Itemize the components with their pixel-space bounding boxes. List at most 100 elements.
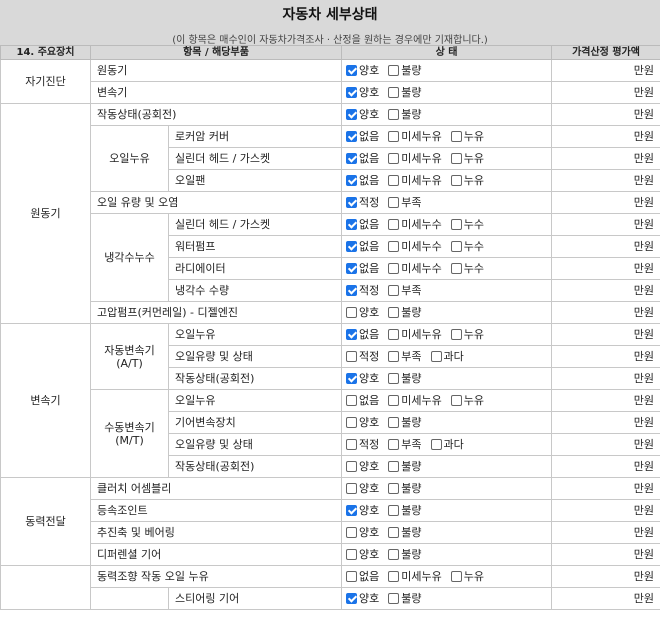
checkbox-icon[interactable] [430,351,442,362]
checkbox-icon[interactable] [346,307,358,318]
status-option[interactable]: 불량 [388,61,422,81]
checked-checkbox-icon[interactable] [346,153,358,164]
status-option[interactable]: 양호 [346,589,379,609]
status-option[interactable]: 미세누유 [388,391,442,411]
checkbox-icon[interactable] [388,549,400,560]
status-option[interactable]: 양호 [346,479,379,499]
status-option[interactable]: 불량 [388,523,422,543]
checkbox-icon[interactable] [388,483,400,494]
status-option[interactable]: 부족 [388,193,422,213]
status-option[interactable]: 미세누유 [388,171,442,191]
checkbox-icon[interactable] [450,395,462,406]
checked-checkbox-icon[interactable] [346,373,358,384]
status-option[interactable]: 없음 [346,325,379,345]
status-option[interactable]: 없음 [346,259,379,279]
checkbox-icon[interactable] [388,153,400,164]
status-option[interactable]: 부족 [388,435,422,455]
checkbox-icon[interactable] [388,505,400,516]
status-option[interactable]: 미세누수 [388,259,442,279]
checked-checkbox-icon[interactable] [346,285,358,296]
checkbox-icon[interactable] [346,351,358,362]
status-option[interactable]: 부족 [388,347,422,367]
status-option[interactable]: 불량 [388,479,422,499]
checkbox-icon[interactable] [388,417,400,428]
checkbox-icon[interactable] [450,263,462,274]
checkbox-icon[interactable] [388,395,400,406]
status-option[interactable]: 없음 [346,149,379,169]
status-option[interactable]: 양호 [346,303,379,323]
checkbox-icon[interactable] [388,593,400,604]
status-option[interactable]: 적정 [346,347,379,367]
status-option[interactable]: 양호 [346,545,379,565]
status-option[interactable]: 누유 [450,325,484,345]
checked-checkbox-icon[interactable] [346,263,358,274]
status-option[interactable]: 없음 [346,127,379,147]
checked-checkbox-icon[interactable] [346,65,358,76]
status-option[interactable]: 불량 [388,303,422,323]
checkbox-icon[interactable] [346,395,358,406]
checkbox-icon[interactable] [388,439,400,450]
checkbox-icon[interactable] [388,65,400,76]
status-option[interactable]: 없음 [346,237,379,257]
status-option[interactable]: 과다 [430,435,464,455]
checked-checkbox-icon[interactable] [346,593,358,604]
status-option[interactable]: 없음 [346,567,379,587]
status-option[interactable]: 불량 [388,545,422,565]
status-option[interactable]: 양호 [346,369,379,389]
checkbox-icon[interactable] [388,351,400,362]
status-option[interactable]: 불량 [388,105,422,125]
status-option[interactable]: 누유 [450,171,484,191]
checkbox-icon[interactable] [450,571,462,582]
status-option[interactable]: 부족 [388,281,422,301]
status-option[interactable]: 불량 [388,83,422,103]
status-option[interactable]: 누수 [450,237,484,257]
status-option[interactable]: 누유 [450,391,484,411]
checkbox-icon[interactable] [346,549,358,560]
checkbox-icon[interactable] [388,131,400,142]
checkbox-icon[interactable] [388,571,400,582]
checkbox-icon[interactable] [346,439,358,450]
checkbox-icon[interactable] [388,329,400,340]
checked-checkbox-icon[interactable] [346,131,358,142]
status-option[interactable]: 미세누수 [388,237,442,257]
checkbox-icon[interactable] [388,373,400,384]
status-option[interactable]: 적정 [346,281,379,301]
status-option[interactable]: 미세누유 [388,325,442,345]
status-option[interactable]: 없음 [346,215,379,235]
checkbox-icon[interactable] [388,263,400,274]
checkbox-icon[interactable] [346,527,358,538]
checkbox-icon[interactable] [450,131,462,142]
status-option[interactable]: 불량 [388,413,422,433]
status-option[interactable]: 양호 [346,501,379,521]
checkbox-icon[interactable] [388,307,400,318]
checked-checkbox-icon[interactable] [346,197,358,208]
status-option[interactable]: 적정 [346,435,379,455]
checked-checkbox-icon[interactable] [346,87,358,98]
checkbox-icon[interactable] [388,219,400,230]
checked-checkbox-icon[interactable] [346,241,358,252]
checked-checkbox-icon[interactable] [346,505,358,516]
status-option[interactable]: 미세누유 [388,127,442,147]
checkbox-icon[interactable] [346,417,358,428]
status-option[interactable]: 불량 [388,457,422,477]
status-option[interactable]: 미세누유 [388,567,442,587]
status-option[interactable]: 없음 [346,391,379,411]
checkbox-icon[interactable] [450,241,462,252]
checkbox-icon[interactable] [346,461,358,472]
status-option[interactable]: 미세누수 [388,215,442,235]
checked-checkbox-icon[interactable] [346,175,358,186]
checkbox-icon[interactable] [388,285,400,296]
checkbox-icon[interactable] [388,87,400,98]
status-option[interactable]: 누수 [450,259,484,279]
checkbox-icon[interactable] [430,439,442,450]
checkbox-icon[interactable] [346,483,358,494]
checkbox-icon[interactable] [346,571,358,582]
status-option[interactable]: 양호 [346,105,379,125]
checkbox-icon[interactable] [388,241,400,252]
status-option[interactable]: 누유 [450,567,484,587]
status-option[interactable]: 누유 [450,149,484,169]
checked-checkbox-icon[interactable] [346,109,358,120]
status-option[interactable]: 미세누유 [388,149,442,169]
status-option[interactable]: 과다 [430,347,464,367]
checked-checkbox-icon[interactable] [346,329,358,340]
